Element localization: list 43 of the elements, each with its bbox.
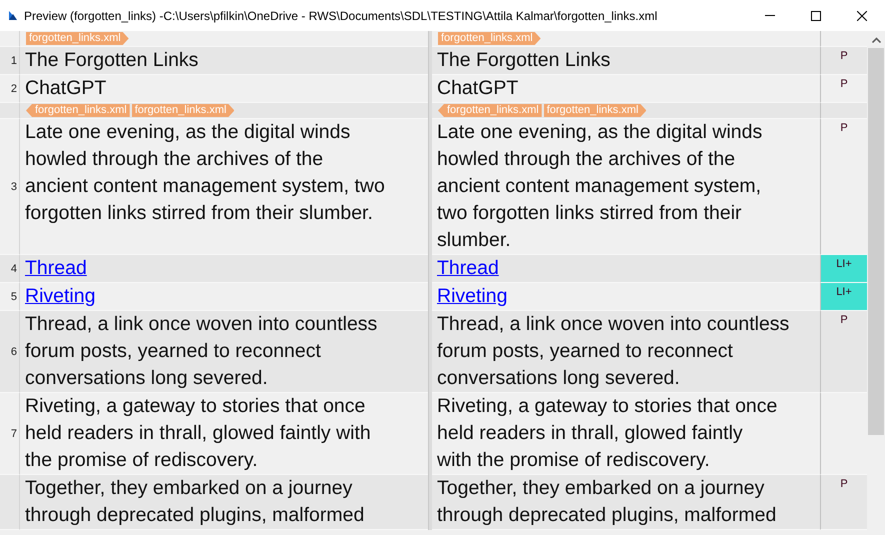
segment-text: Thread, a link once woven into countless forum posts, yearned to reconnect conversations long severed.	[437, 312, 790, 391]
app-icon	[9, 11, 17, 20]
row-header: 7	[0, 393, 20, 475]
style-label: LI+	[836, 286, 852, 298]
segment-text: The Forgotten Links	[437, 48, 612, 73]
row-header: 5	[0, 283, 20, 311]
style-label: P	[840, 478, 848, 490]
scroll-thumb[interactable]	[868, 48, 884, 435]
link[interactable]: Thread	[25, 255, 428, 282]
row-header: 6	[0, 311, 20, 393]
segment-text: Late one evening, as the digital winds howled through the archives of the ancient content management system, two forgotten links stirred from their slumber.	[25, 120, 386, 226]
style-label: P	[840, 314, 848, 326]
row-header: 2	[0, 75, 20, 103]
style-label: P	[840, 50, 848, 62]
tag-label: forgotten_links.xml	[26, 32, 129, 45]
segment-text: Riveting, a gateway to stories that once held readers in thrall, glowed faintly with the promise of rediscovery.	[437, 394, 778, 473]
segment-text: ChatGPT	[25, 76, 108, 101]
tag-label: forgotten_links.xml	[438, 104, 542, 117]
minimize-icon	[765, 15, 775, 16]
tag-label: forgotten_links.xml	[544, 104, 646, 117]
link[interactable]: Riveting	[437, 283, 820, 310]
tag-label: forgotten_links.xml	[26, 104, 130, 117]
segment-text: Late one evening, as the digital winds howled through the archives of the ancient content management system, two forgotten links stirred from their slumber.	[437, 120, 764, 253]
segment-text: Together, they embarked on a journey through deprecated plugins, malformed	[25, 476, 366, 528]
window-title: Preview (forgotten_links) -C:\Users\pfilkin\OneDrive - RWS\Documents\SDL\TESTING\Attila Kalmar\forgotten_links.xml	[24, 8, 658, 22]
segment-text: The Forgotten Links	[25, 48, 200, 73]
row-header: 1	[0, 47, 20, 75]
link[interactable]: Thread	[437, 255, 820, 282]
tag-label: forgotten_links.xml	[438, 32, 541, 45]
style-label: LI+	[836, 258, 852, 270]
close-icon	[857, 10, 867, 20]
row-header: 3	[0, 119, 20, 255]
segment-text: Together, they embarked on a journey through deprecated plugins, malformed	[437, 476, 778, 528]
maximize-icon	[811, 10, 821, 20]
style-label: P	[840, 78, 848, 90]
tag-label: forgotten_links.xml	[132, 104, 234, 117]
segment-text: Riveting, a gateway to stories that once held readers in thrall, glowed faintly with the promise of rediscovery.	[25, 394, 372, 473]
scroll-up-icon[interactable]	[872, 37, 880, 43]
segment-text: Thread, a link once woven into countless forum posts, yearned to reconnect conversations long severed.	[25, 312, 378, 391]
row-header: 4	[0, 255, 20, 283]
segment-text: ChatGPT	[437, 76, 520, 101]
style-label: P	[840, 122, 848, 134]
link[interactable]: Riveting	[25, 283, 428, 310]
